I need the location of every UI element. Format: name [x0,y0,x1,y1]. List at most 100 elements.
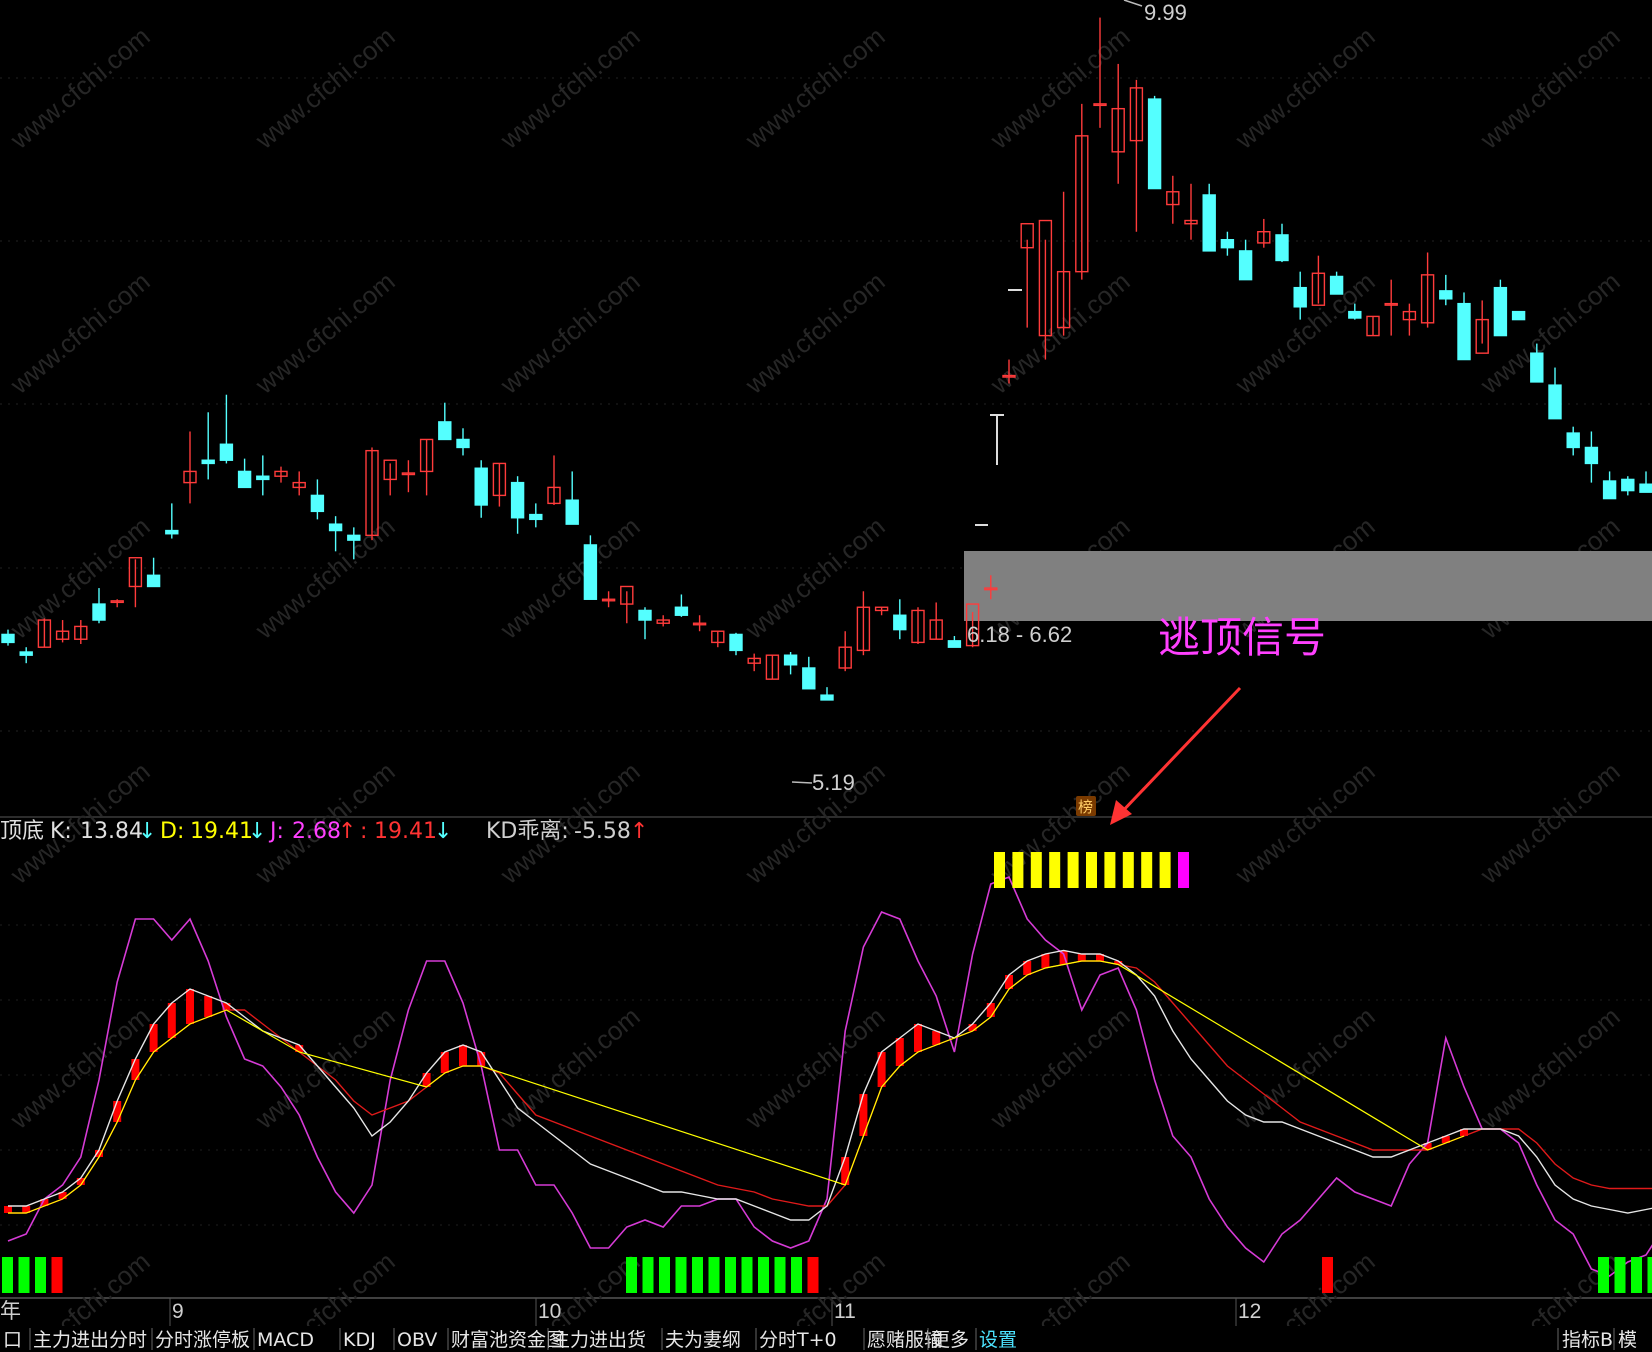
j-value: 2.68 [292,819,341,844]
candle-body [947,640,962,648]
signal-bar-top [1030,852,1042,888]
escape-top-signal-label: 逃顶信号 [1158,613,1326,662]
rank-badge-label: 榜 [1078,798,1093,816]
candle-body [1348,310,1362,319]
date-label-year: 年 [0,1300,21,1323]
toolbar-tab[interactable]: OBV [393,1328,437,1351]
high-price-label: 9.99 [1144,0,1187,25]
kd-deviation-label: KD乖离: [486,819,569,844]
toolbar-right-tab-label: 指标B [1562,1329,1613,1351]
date-label-11: 11 [834,1300,856,1323]
candle-body [638,609,652,621]
toolbar-right-tab[interactable]: 指标B [1557,1328,1613,1351]
signal-bar-bottom [692,1257,703,1293]
j-label: J: [268,819,284,844]
signal-bar-bottom [675,1257,687,1293]
toolbar-tab-label: KDJ [343,1329,376,1351]
signal-bar-bottom [1614,1257,1626,1293]
toolbar-tab[interactable]: 财富池资金图 [447,1328,565,1351]
candle-body [1147,98,1162,190]
candle-body [529,513,543,521]
candle-body [1566,432,1580,449]
toolbar-right-tab[interactable]: 模 [1613,1328,1637,1351]
candle-body [729,633,743,652]
toolbar-tab-label: OBV [397,1329,437,1351]
signal-bar-top [994,852,1005,888]
toolbar-tab-label: 主力进出分时 [33,1329,147,1351]
date-label-12: 12 [1238,1300,1261,1323]
d-value: 19.41 [190,819,253,844]
candle-body [820,694,834,701]
indicator-name: 顶底 [0,819,44,844]
kd-histogram-bar [4,1206,12,1213]
toolbar-tab[interactable]: 主力进出分时 [29,1328,147,1351]
signal-bar-bottom [51,1257,63,1293]
d-label: D: [160,819,184,844]
toolbar-tab[interactable]: KDJ [339,1328,376,1351]
signal-bar-top [1122,852,1134,888]
signal-bar-bottom [659,1257,670,1293]
candle-body [1511,310,1526,321]
candle-body [256,475,270,481]
candle-body [328,523,343,532]
indicator-header: 顶底 K: 13.84 ↓ D: 19.41 ↓ J: 2.68 ↑ : 19.… [0,819,648,844]
toolbar-right-tab-label: 模 [1618,1329,1637,1351]
signal-bar-bottom [642,1257,654,1293]
signal-bar-bottom [741,1257,753,1293]
candlestick [583,535,598,600]
signal-bar-bottom [35,1257,46,1293]
signal-bar-bottom [18,1257,30,1293]
candle-body [237,470,252,489]
toolbar-tab[interactable]: 更多 [927,1328,969,1351]
toolbar-tab[interactable]: 主力进出货 [547,1328,646,1351]
low-marker-arrow [791,781,813,784]
kd-histogram-bar [113,1101,122,1122]
signal-bar-bottom [791,1257,802,1293]
price-zone-box [964,551,1652,621]
candle-body [1639,483,1652,493]
x-down-arrow-icon: ↓ [434,819,452,844]
date-label-10: 10 [538,1300,561,1323]
candle-body [1275,234,1289,262]
kd-deviation-value: -5.58 [574,819,631,844]
zone-range-label: 6.18 - 6.62 [967,622,1072,647]
signal-bar-top [1049,852,1061,888]
candle-body [92,603,106,621]
candlestick [1147,95,1162,190]
kd-histogram-bar [1041,954,1050,968]
candle-body [1621,478,1635,492]
candle-body [1439,290,1453,300]
signal-bar-bottom [1647,1257,1652,1293]
signal-bar-bottom [758,1257,769,1293]
kd-up-arrow-icon: ↑ [630,819,648,844]
candle-body [201,459,215,465]
candle-body [310,494,325,513]
toolbar-tab-label: 夫为妻纲 [665,1329,741,1351]
candle-body [19,651,33,656]
candle-body [219,443,234,461]
toolbar-tab[interactable]: 设置 [975,1328,1017,1351]
signal-bar-top [1104,852,1116,888]
signal-bar-top [1141,852,1153,888]
candle-body [565,499,579,525]
k-label: K: [50,819,72,844]
candle-body [1548,384,1562,420]
toolbar-tab[interactable]: 分时T+0 [755,1328,837,1351]
k-down-arrow-icon: ↓ [138,819,156,844]
kd-histogram-bar [1077,954,1086,961]
toolbar-tab[interactable]: MACD [253,1328,314,1351]
signal-bar-top [1012,852,1024,888]
toolbar-tab[interactable]: 夫为妻纲 [661,1328,741,1351]
signal-bar-top [1159,852,1171,888]
candle-body [1202,194,1216,252]
kd-histogram-bar [895,1038,904,1066]
candle-body [1293,286,1307,308]
toolbar-tab-label: 分时T+0 [759,1329,837,1351]
toolbar-tab-label: 更多 [931,1329,969,1351]
kd-histogram-bar [932,1031,941,1045]
candle-body [893,614,907,631]
toolbar-tab[interactable]: 口 [3,1329,22,1351]
candle-body [1329,275,1344,295]
j-up-arrow-icon: ↑ [338,819,356,844]
toolbar-tab[interactable]: 分时涨停板 [151,1328,250,1351]
